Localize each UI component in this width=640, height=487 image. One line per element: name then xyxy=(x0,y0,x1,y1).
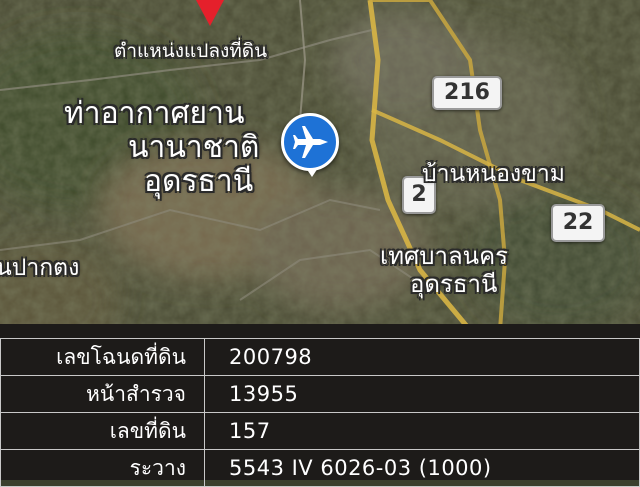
survey-page-label: หน้าสำรวจ xyxy=(0,375,205,413)
survey-page-value: 13955 xyxy=(204,375,640,413)
land-number-label: เลขที่ดิน xyxy=(0,412,205,450)
table-row: ระวาง 5543 IV 6026-03 (1000) xyxy=(0,449,640,487)
parcel-info-panel: เลขโฉนดที่ดิน 200798 หน้าสำรวจ 13955 เลข… xyxy=(0,324,640,487)
airplane-icon xyxy=(293,126,328,158)
ban-nong-kham-label: บ้านหนองขาม xyxy=(422,161,565,187)
table-row: เลขที่ดิน 157 xyxy=(0,412,640,450)
route-216-shield: 216 xyxy=(432,76,502,110)
parcel-position-label: ตำแหน่งแปลงที่ดิน xyxy=(114,40,268,62)
airport-marker[interactable] xyxy=(281,113,339,177)
map-pin-icon[interactable] xyxy=(196,0,224,26)
map-sheet-label: ระวาง xyxy=(0,449,205,487)
ban-pak-tong-label: นปากตง xyxy=(0,255,80,281)
deed-number-label: เลขโฉนดที่ดิน xyxy=(0,338,205,376)
land-number-value: 157 xyxy=(204,412,640,450)
parcel-info-table: เลขโฉนดที่ดิน 200798 หน้าสำรวจ 13955 เลข… xyxy=(0,338,640,487)
info-panel-top-strip xyxy=(0,324,640,338)
map-sheet-value: 5543 IV 6026-03 (1000) xyxy=(204,449,640,487)
tessaban-label-line2: อุดรธานี xyxy=(410,270,498,298)
table-row: หน้าสำรวจ 13955 xyxy=(0,375,640,413)
route-22-shield: 22 xyxy=(551,204,605,242)
deed-number-value: 200798 xyxy=(204,338,640,376)
airport-label-line3: อุดรธานี xyxy=(144,164,254,199)
table-row: เลขโฉนดที่ดิน 200798 xyxy=(0,338,640,376)
